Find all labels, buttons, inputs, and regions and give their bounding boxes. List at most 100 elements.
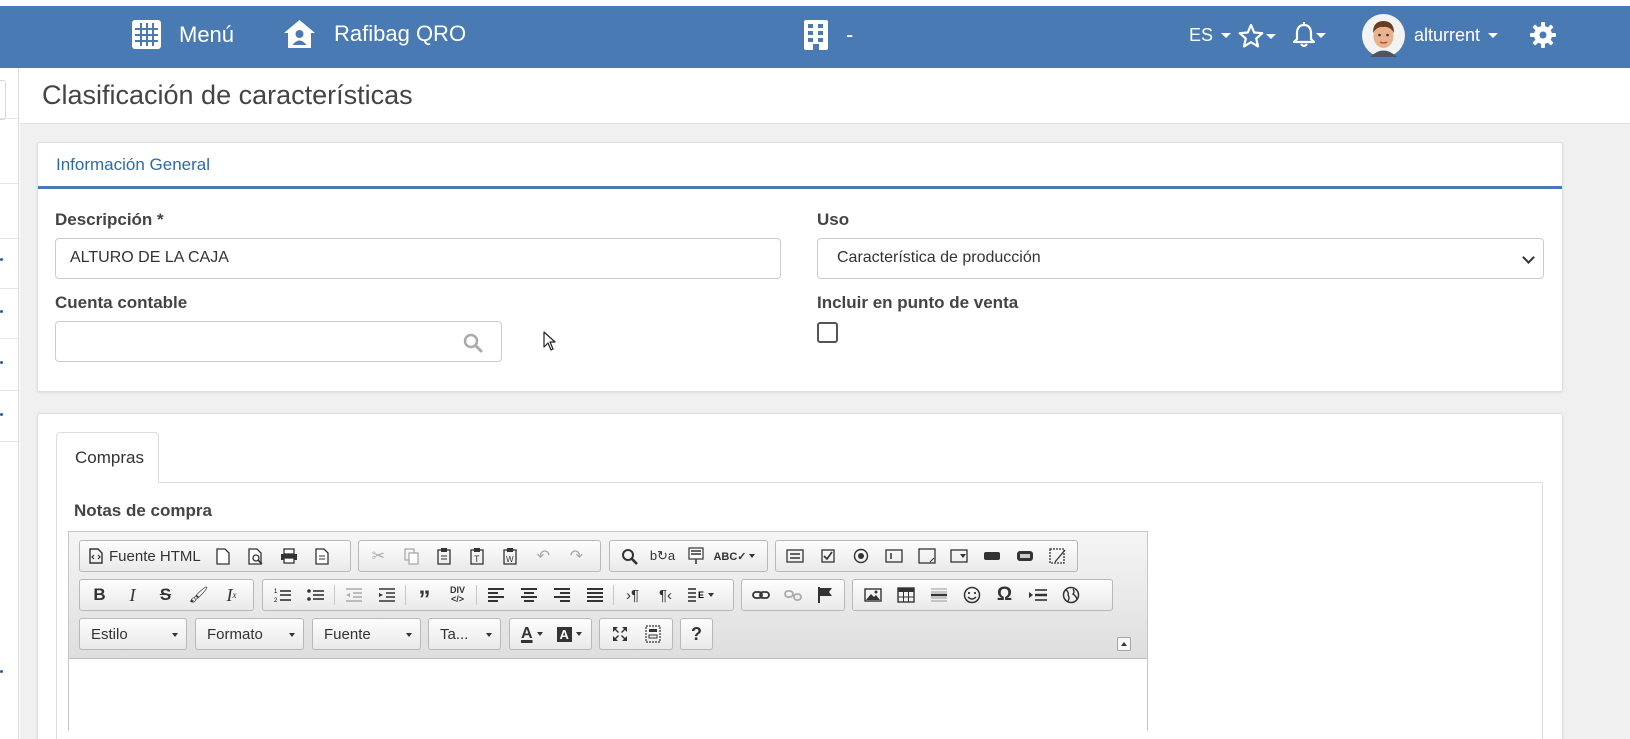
descripcion-input[interactable]: ALTURO DE LA CAJA <box>55 238 781 279</box>
rich-text-editor: Fuente HTML ✂ T W ↶ ↷ b↻a ABC✓ B I S 🖌 I… <box>68 531 1148 731</box>
copy-icon[interactable] <box>395 542 428 570</box>
rtl-icon[interactable]: ¶‹ <box>649 581 682 609</box>
align-left-icon[interactable] <box>479 581 512 609</box>
toolbar-group-colors: A A <box>509 618 592 650</box>
caret-down-icon <box>1266 33 1276 39</box>
uso-select[interactable]: Característica de producción <box>817 238 1544 279</box>
menu-button[interactable]: Menú <box>132 20 234 49</box>
caret-down-icon <box>1488 33 1499 38</box>
text-field-icon[interactable] <box>877 542 910 570</box>
create-div-icon[interactable]: DIV </> <box>441 581 474 609</box>
select-all-icon[interactable] <box>679 542 712 570</box>
favorites-dropdown[interactable] <box>1238 23 1276 49</box>
anchor-flag-icon[interactable] <box>809 581 841 609</box>
size-combo[interactable]: Ta... <box>428 618 501 650</box>
sidebar-item-marker[interactable] <box>0 310 3 313</box>
collapse-toolbar-icon[interactable] <box>1117 637 1131 651</box>
home-icon <box>284 20 315 48</box>
form-icon[interactable] <box>779 542 812 570</box>
preview-icon[interactable] <box>240 542 273 570</box>
bulleted-list-icon[interactable] <box>299 581 332 609</box>
user-dropdown[interactable]: alturrent <box>1362 14 1499 57</box>
grid-icon <box>132 20 161 49</box>
blockquote-icon[interactable]: ” <box>408 581 441 613</box>
ltr-icon[interactable]: ›¶ <box>616 581 649 609</box>
justify-icon[interactable] <box>578 581 611 609</box>
source-html-button[interactable]: Fuente HTML <box>83 542 207 570</box>
background-color-icon[interactable]: A <box>551 620 589 648</box>
top-navbar: Menú Rafibag QRO - ES alturrent <box>0 6 1630 68</box>
redo-icon[interactable]: ↷ <box>560 542 593 570</box>
branch-selector[interactable]: - <box>804 20 853 50</box>
paste-icon[interactable] <box>428 542 461 570</box>
style-combo[interactable]: Estilo <box>79 618 187 650</box>
spellcheck-icon[interactable]: ABC✓ <box>712 542 756 570</box>
sidebar-item-marker[interactable] <box>0 413 3 416</box>
undo-icon[interactable]: ↶ <box>527 542 560 570</box>
special-char-icon[interactable]: Ω <box>988 581 1021 609</box>
replace-icon[interactable]: b↻a <box>646 542 679 570</box>
horizontal-rule-icon[interactable] <box>922 581 955 609</box>
outdent-icon[interactable] <box>337 581 370 609</box>
link-icon[interactable] <box>745 581 777 609</box>
paste-text-icon[interactable]: T <box>461 542 494 570</box>
toolbar-group-forms <box>775 540 1078 572</box>
new-page-icon[interactable] <box>207 542 240 570</box>
sidebar-item-marker[interactable] <box>0 361 3 364</box>
strikethrough-icon[interactable]: S <box>149 581 182 609</box>
radio-icon[interactable] <box>845 542 878 570</box>
settings-button[interactable] <box>1530 22 1556 48</box>
notifications-dropdown[interactable] <box>1292 22 1326 48</box>
font-combo-label: Fuente <box>324 626 371 643</box>
tab-compras[interactable]: Compras <box>56 432 159 483</box>
incluir-pos-checkbox[interactable] <box>817 322 838 343</box>
cuenta-contable-input[interactable] <box>55 321 502 362</box>
hamburger-menu-icon[interactable] <box>48 23 78 49</box>
image-icon[interactable] <box>856 581 889 609</box>
align-right-icon[interactable] <box>545 581 578 609</box>
numbered-list-icon[interactable]: 12 <box>266 581 299 609</box>
sidebar-item-marker[interactable] <box>0 258 3 261</box>
toolbar-group-basicstyles: B I S 🖌 Ix <box>79 579 254 611</box>
company-selector[interactable]: Rafibag QRO <box>283 19 466 49</box>
indent-icon[interactable] <box>370 581 403 609</box>
font-combo[interactable]: Fuente <box>312 618 421 650</box>
cut-icon[interactable]: ✂ <box>362 542 395 570</box>
iframe-globe-icon[interactable] <box>1054 581 1087 609</box>
language-icon[interactable]: E <box>682 581 720 609</box>
copy-format-icon[interactable]: 🖌 <box>182 581 215 609</box>
page-break-icon[interactable] <box>1021 581 1054 609</box>
show-blocks-icon[interactable] <box>636 620 669 648</box>
templates-icon[interactable] <box>306 542 339 570</box>
editor-toolbar: Fuente HTML ✂ T W ↶ ↷ b↻a ABC✓ B I S 🖌 I… <box>69 532 1147 659</box>
button-field-icon[interactable] <box>976 542 1009 570</box>
italic-icon[interactable]: I <box>116 581 149 609</box>
text-color-icon[interactable]: A <box>513 620 551 648</box>
help-button[interactable]: ? <box>684 620 709 648</box>
unlink-icon[interactable] <box>777 581 809 609</box>
format-combo[interactable]: Formato <box>195 618 304 650</box>
tabs-panel: Compras Notas de compra Fuente HTML ✂ T … <box>37 413 1563 739</box>
image-button-icon[interactable] <box>1008 542 1041 570</box>
select-field-icon[interactable] <box>943 542 976 570</box>
smiley-icon[interactable] <box>955 581 988 609</box>
bold-icon[interactable]: B <box>83 581 116 609</box>
editor-body[interactable] <box>69 659 1147 731</box>
company-name: Rafibag QRO <box>334 21 467 46</box>
sidebar-item-marker[interactable] <box>0 670 3 673</box>
language-dropdown[interactable]: ES <box>1189 25 1232 46</box>
align-center-icon[interactable] <box>512 581 545 609</box>
svg-text:2: 2 <box>274 598 278 603</box>
paste-word-icon[interactable]: W <box>494 542 527 570</box>
maximize-icon[interactable] <box>603 620 636 648</box>
sidebar-search-stub[interactable] <box>0 80 6 120</box>
textarea-icon[interactable] <box>910 542 943 570</box>
building-icon <box>804 20 828 50</box>
print-icon[interactable] <box>273 542 306 570</box>
checkbox-icon[interactable] <box>812 542 845 570</box>
table-icon[interactable] <box>889 581 922 609</box>
search-icon[interactable] <box>463 333 483 353</box>
remove-format-icon[interactable]: Ix <box>215 581 248 609</box>
find-icon[interactable] <box>613 542 646 570</box>
hidden-field-icon[interactable] <box>1041 542 1074 570</box>
